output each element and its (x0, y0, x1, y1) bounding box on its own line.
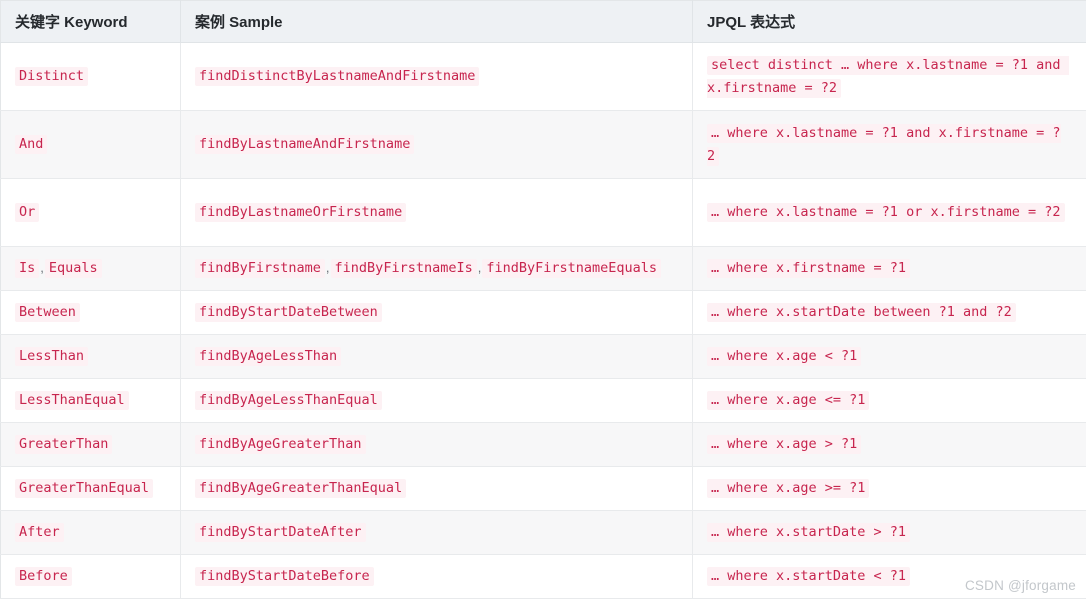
table-row: GreaterThanEqual findByAgeGreaterThanEqua… (0, 466, 1086, 511)
table-row: Before findByStartDateBefore … where x.sta… (0, 554, 1086, 599)
sample-code: findByAgeGreaterThanEqual (195, 479, 407, 498)
jpql-code: … where x.lastname = ?1 and x.firstname … (707, 123, 1061, 166)
keyword-code: Distinct (15, 67, 89, 86)
keyword-code: LessThan (15, 347, 89, 366)
cell-sample: findByStartDateBetween (180, 290, 693, 335)
sample-code: findByStartDateBefore (195, 567, 374, 586)
cell-jpql: … where x.startDate > ?1 (692, 510, 1086, 555)
cell-jpql: … where x.startDate < ?1 (692, 554, 1086, 599)
sample-code: findByFirstname (195, 259, 325, 278)
cell-keyword: Or (0, 178, 181, 247)
keyword-code: And (15, 135, 48, 154)
cell-sample: findByStartDateAfter (180, 510, 693, 555)
jpql-code: … where x.startDate < ?1 (707, 567, 911, 586)
cell-sample: findByAgeGreaterThan (180, 422, 693, 467)
keyword-code: Between (15, 303, 80, 322)
cell-jpql: … where x.startDate between ?1 and ?2 (692, 290, 1086, 335)
table-header: 关键字 Keyword 案例 Sample JPQL 表达式 (0, 0, 1086, 43)
cell-keyword: After (0, 510, 181, 555)
table-row: Between findByStartDateBetween … where x.s… (0, 290, 1086, 335)
table-body: Distinct findDistinctByLastnameAndFirstna… (0, 42, 1086, 599)
keyword-code: GreaterThanEqual (15, 479, 154, 498)
cell-keyword: LessThan (0, 334, 181, 379)
cell-sample: findByLastnameOrFirstname (180, 178, 693, 247)
code-separator: , (325, 260, 330, 275)
keyword-code: Equals (44, 259, 102, 278)
keyword-code: Is (15, 259, 40, 278)
column-header-sample: 案例 Sample (180, 0, 693, 43)
cell-keyword: GreaterThanEqual (0, 466, 181, 511)
keyword-code: Before (15, 567, 72, 586)
jpql-code: … where x.age > ?1 (707, 435, 862, 454)
sample-code: findByFirstnameEquals (482, 259, 662, 278)
keyword-reference-table-container: 关键字 Keyword 案例 Sample JPQL 表达式 Distinct f… (0, 0, 1086, 599)
sample-code: findByAgeLessThan (195, 347, 342, 366)
jpql-code: … where x.firstname = ?1 (707, 259, 911, 278)
cell-jpql: … where x.age >= ?1 (692, 466, 1086, 511)
jpql-code: … where x.lastname = ?1 or x.firstname =… (707, 203, 1065, 222)
keyword-code: GreaterThan (15, 435, 113, 454)
cell-keyword: Distinct (0, 42, 181, 111)
column-header-jpql: JPQL 表达式 (692, 0, 1086, 43)
cell-sample: findByAgeGreaterThanEqual (180, 466, 693, 511)
jpql-code: … where x.age >= ?1 (707, 479, 870, 498)
sample-code: findByFirstnameIs (330, 259, 477, 278)
cell-sample: findByFirstname, findByFirstnameIs, findBy… (180, 246, 693, 291)
sample-code: findByAgeLessThanEqual (195, 391, 382, 410)
cell-jpql: … where x.age <= ?1 (692, 378, 1086, 423)
cell-sample: findByAgeLessThanEqual (180, 378, 693, 423)
cell-jpql: … where x.firstname = ?1 (692, 246, 1086, 291)
keyword-code: After (15, 523, 64, 542)
cell-sample: findByAgeLessThan (180, 334, 693, 379)
table-row: And findByLastnameAndFirstname … where x.l… (0, 110, 1086, 179)
cell-sample: findByLastnameAndFirstname (180, 110, 693, 179)
table-row: Distinct findDistinctByLastnameAndFirstna… (0, 42, 1086, 111)
sample-code: findByLastnameAndFirstname (195, 135, 415, 154)
cell-keyword: GreaterThan (0, 422, 181, 467)
keyword-code: Or (15, 203, 40, 222)
jpql-code: … where x.age <= ?1 (707, 391, 870, 410)
table-header-row: 关键字 Keyword 案例 Sample JPQL 表达式 (0, 0, 1086, 43)
cell-keyword: Is, Equals (0, 246, 181, 291)
table-row: Or findByLastnameOrFirstname … where x.las… (0, 178, 1086, 247)
sample-code: findByStartDateBetween (195, 303, 382, 322)
sample-code: findDistinctByLastnameAndFirstname (195, 67, 480, 86)
cell-keyword: LessThanEqual (0, 378, 181, 423)
jpql-code: select distinct … where x.lastname = ?1 … (707, 55, 1069, 98)
cell-sample: findDistinctByLastnameAndFirstname (180, 42, 693, 111)
table-row: GreaterThan findByAgeGreaterThan … where x… (0, 422, 1086, 467)
cell-keyword: Before (0, 554, 181, 599)
jpql-code: … where x.startDate > ?1 (707, 523, 911, 542)
cell-jpql: … where x.lastname = ?1 and x.firstname … (692, 110, 1086, 179)
cell-jpql: … where x.age < ?1 (692, 334, 1086, 379)
table-row: LessThanEqual findByAgeLessThanEqual … whe… (0, 378, 1086, 423)
jpql-code: … where x.startDate between ?1 and ?2 (707, 303, 1016, 322)
sample-code: findByStartDateAfter (195, 523, 366, 542)
column-header-keyword: 关键字 Keyword (0, 0, 181, 43)
keyword-code: LessThanEqual (15, 391, 129, 410)
jpa-keyword-reference-table: 关键字 Keyword 案例 Sample JPQL 表达式 Distinct f… (0, 0, 1086, 599)
cell-jpql: select distinct … where x.lastname = ?1 … (692, 42, 1086, 111)
cell-sample: findByStartDateBefore (180, 554, 693, 599)
table-row: LessThan findByAgeLessThan … where x.age <… (0, 334, 1086, 379)
cell-keyword: Between (0, 290, 181, 335)
table-row: Is, Equals findByFirstname, findByFirstname… (0, 246, 1086, 291)
sample-code: findByLastnameOrFirstname (195, 203, 407, 222)
cell-keyword: And (0, 110, 181, 179)
cell-jpql: … where x.age > ?1 (692, 422, 1086, 467)
table-row: After findByStartDateAfter … where x.start… (0, 510, 1086, 555)
cell-jpql: … where x.lastname = ?1 or x.firstname =… (692, 178, 1086, 247)
jpql-code: … where x.age < ?1 (707, 347, 862, 366)
sample-code: findByAgeGreaterThan (195, 435, 366, 454)
